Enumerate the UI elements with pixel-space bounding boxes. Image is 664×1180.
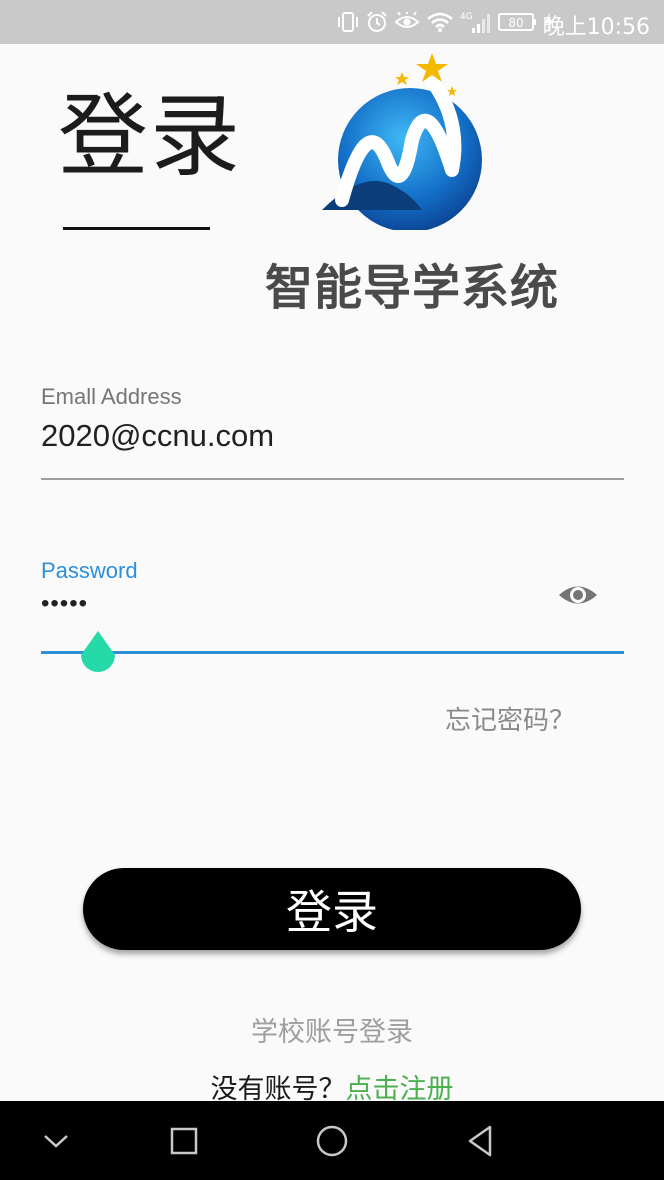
battery-icon: 80 xyxy=(498,13,536,31)
page-title: 登录 xyxy=(58,84,242,189)
back-icon[interactable] xyxy=(460,1121,500,1161)
battery-level: 80 xyxy=(508,16,523,30)
home-icon[interactable] xyxy=(312,1121,352,1161)
recents-icon[interactable] xyxy=(164,1121,204,1161)
status-icons: 4G 80 xyxy=(336,8,554,36)
alarm-icon xyxy=(367,11,387,32)
status-bar: 4G 80 晚上10:56 xyxy=(0,0,664,44)
logo-graphic xyxy=(322,53,482,230)
logo-text: 智能导学系统 xyxy=(265,260,560,316)
signal-icon: 4G xyxy=(460,12,490,33)
navigation-bar xyxy=(0,1101,664,1180)
login-button[interactable]: 登录 xyxy=(83,868,581,950)
password-underline xyxy=(41,651,624,654)
text-cursor-handle[interactable] xyxy=(77,629,119,681)
password-label: Password xyxy=(41,558,138,583)
school-account-login-link[interactable]: 学校账号登录 xyxy=(0,1010,664,1049)
email-label: Emall Address xyxy=(41,384,182,409)
password-field[interactable]: ••••• xyxy=(41,590,88,618)
eye-comfort-icon xyxy=(394,12,420,28)
title-underline xyxy=(63,227,210,230)
email-underline xyxy=(41,478,624,480)
status-time: 晚上10:56 xyxy=(542,15,650,40)
hide-nav-icon[interactable] xyxy=(36,1121,76,1161)
forgot-password-link[interactable]: 忘记密码？ xyxy=(445,700,575,737)
eye-icon[interactable] xyxy=(557,580,599,610)
network-type: 4G xyxy=(460,12,473,22)
vibrate-icon xyxy=(338,12,358,32)
wifi-icon xyxy=(427,12,453,32)
email-field[interactable]: 2020@ccnu.com xyxy=(41,418,274,454)
